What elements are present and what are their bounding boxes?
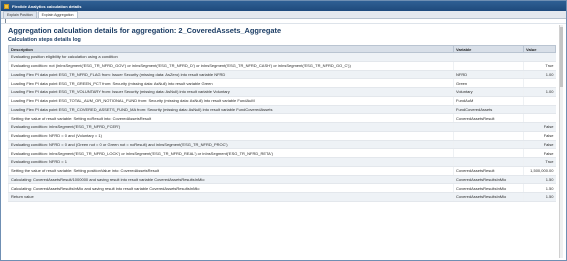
row-variable-cell [453, 61, 524, 71]
table-row[interactable]: Evaluating position eligibility for calc… [8, 52, 556, 62]
row-value-cell: False [523, 131, 556, 141]
tab-explain-aggregation[interactable]: Explain Aggregation [37, 11, 78, 18]
table-header-row: Description Variable Value [8, 45, 556, 53]
row-variable-cell: CoveredAssetsResult [453, 113, 524, 123]
row-value-cell [523, 52, 556, 62]
table-row[interactable]: Evaluating condition: NFRD = 0 and (Volu… [8, 131, 556, 141]
table-row[interactable]: Setting the value of result variable: Se… [8, 113, 556, 123]
title-bar: Flexible Analytics calculation details [1, 1, 566, 11]
row-description-cell: Loading Flex PI data point ESG_TR_NFRD_F… [8, 70, 454, 80]
row-variable-cell: FundCoveredAssets [453, 105, 524, 115]
table-row[interactable]: Setting the value of result variable: Se… [8, 166, 556, 176]
table-row[interactable]: Evaluating condition: not (inInsSegment(… [8, 61, 556, 71]
row-variable-cell: CoveredAssetsResult [453, 166, 524, 176]
table-row[interactable]: Calculating: CoveredAssetsResult/1000000… [8, 175, 556, 185]
row-description-cell: Loading Flex PI data point ESG_TOTAL_AUM… [8, 96, 454, 106]
toolbar-grip-icon [5, 19, 6, 23]
main-content: Aggregation calculation details for aggr… [4, 25, 559, 258]
row-value-cell: True [523, 61, 556, 71]
row-variable-cell [453, 148, 524, 158]
row-value-cell: 1,500,000.00 [523, 166, 556, 176]
row-variable-cell [453, 131, 524, 141]
tab-bar: Explain Position Explain Aggregation [1, 11, 566, 19]
table-row[interactable]: Loading Flex PI data point ESG_TR_NFRD_F… [8, 70, 556, 80]
row-description-cell: Evaluating condition: NFRD = 1 [8, 157, 454, 167]
table-row[interactable]: Evaluating condition: NFRD = 0 and (Gree… [8, 140, 556, 150]
row-description-cell: Evaluating condition: not (inInsSegment(… [8, 61, 454, 71]
row-variable-cell [453, 122, 524, 132]
row-value-cell: True [523, 157, 556, 167]
row-description-cell: Evaluating condition: NFRD = 0 and (Volu… [8, 131, 454, 141]
row-variable-cell: Voluntary [453, 87, 524, 97]
row-variable-cell: FundAuM [453, 96, 524, 106]
row-value-cell [523, 105, 556, 115]
table-row[interactable]: Evaluating condition: NFRD = 1 True [8, 157, 556, 167]
row-description-cell: Calculating: CoveredAssetsResult/1000000… [8, 175, 454, 185]
calculation-details-window: Flexible Analytics calculation details E… [0, 0, 567, 261]
row-description-cell: Loading Flex PI data point ESG_TR_COVERE… [8, 105, 454, 115]
table-row[interactable]: Loading Flex PI data point ESG_TOTAL_AUM… [8, 96, 556, 106]
page-title: Aggregation calculation details for aggr… [8, 26, 282, 35]
table-row[interactable]: Return value CoveredAssetsResultsInMio 1.5… [8, 192, 556, 202]
row-value-cell: False [523, 122, 556, 132]
column-header-value[interactable]: Value [523, 45, 556, 53]
row-variable-cell [453, 52, 524, 62]
table-row[interactable]: Evaluating condition: inInsSegment('ESG_… [8, 148, 556, 158]
row-variable-cell: Green [453, 78, 524, 88]
vertical-scrollbar[interactable] [559, 25, 563, 258]
row-description-cell: Evaluating position eligibility for calc… [8, 52, 454, 62]
window-title: Flexible Analytics calculation details [12, 3, 82, 9]
table-row[interactable]: Loading Flex PI data point ESG_TR_COVERE… [8, 105, 556, 115]
row-value-cell [523, 113, 556, 123]
table-row[interactable]: Evaluating condition: inInsSegment('ESG_… [8, 122, 556, 132]
row-value-cell: False [523, 148, 556, 158]
row-value-cell: 1.50 [523, 192, 556, 202]
row-value-cell: False [523, 140, 556, 150]
toolbar [1, 19, 566, 24]
scrollbar-thumb[interactable] [560, 27, 563, 87]
column-header-description[interactable]: Description [8, 45, 454, 53]
row-variable-cell: CoveredAssetsResultsInMio [453, 192, 524, 202]
app-icon [4, 3, 9, 9]
row-value-cell: 1.00 [523, 70, 556, 80]
row-variable-cell [453, 157, 524, 167]
table-row[interactable]: Calculating: CoveredAssetsResultsInMio a… [8, 183, 556, 193]
row-description-cell: Calculating: CoveredAssetsResultsInMio a… [8, 183, 454, 193]
tab-explain-position[interactable]: Explain Position [3, 11, 37, 18]
row-description-cell: Loading Flex PI data point ESG_TR_VOLUNT… [8, 87, 454, 97]
row-description-cell: Evaluating condition: inInsSegment('ESG_… [8, 122, 454, 132]
row-variable-cell: CoveredAssetsResultsInMio [453, 175, 524, 185]
row-variable-cell: CoveredAssetsResultsInMio [453, 183, 524, 193]
table-row[interactable]: Loading Flex PI data point ESG_TR_VOLUNT… [8, 87, 556, 97]
section-title: Calculation steps details log [8, 37, 81, 43]
calculation-steps-table: Description Variable Value Evaluating po… [8, 45, 556, 202]
row-description-cell: Return value [8, 192, 454, 202]
column-header-variable[interactable]: Variable [453, 45, 524, 53]
row-description-cell: Setting the value of result variable: Se… [8, 166, 454, 176]
row-variable-cell [453, 140, 524, 150]
row-value-cell: 1.50 [523, 183, 556, 193]
table-row[interactable]: Loading Flex PI data point ESG_TR_GREEN_… [8, 78, 556, 88]
row-value-cell [523, 78, 556, 88]
row-value-cell: 1.00 [523, 87, 556, 97]
row-description-cell: Setting the value of result variable: Se… [8, 113, 454, 123]
row-description-cell: Loading Flex PI data point ESG_TR_GREEN_… [8, 78, 454, 88]
row-description-cell: Evaluating condition: NFRD = 0 and (Gree… [8, 140, 454, 150]
row-value-cell: 1.50 [523, 175, 556, 185]
row-description-cell: Evaluating condition: inInsSegment('ESG_… [8, 148, 454, 158]
row-variable-cell: NFRD [453, 70, 524, 80]
row-value-cell [523, 96, 556, 106]
